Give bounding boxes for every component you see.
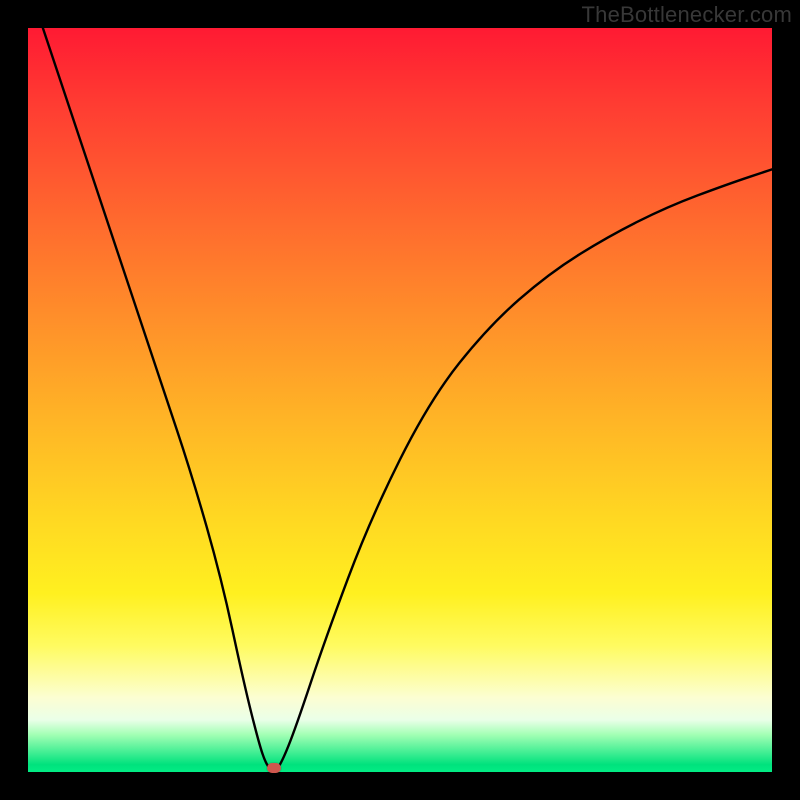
dip-marker bbox=[267, 763, 281, 773]
frame-border-bottom bbox=[0, 772, 800, 800]
bottleneck-curve bbox=[28, 28, 772, 772]
chart-frame bbox=[0, 0, 800, 800]
chart-stage: TheBottlenecker.com bbox=[0, 0, 800, 800]
watermark-text: TheBottlenecker.com bbox=[582, 2, 792, 28]
plot-area bbox=[28, 28, 772, 772]
frame-border-left bbox=[0, 0, 28, 800]
frame-border-right bbox=[772, 0, 800, 800]
